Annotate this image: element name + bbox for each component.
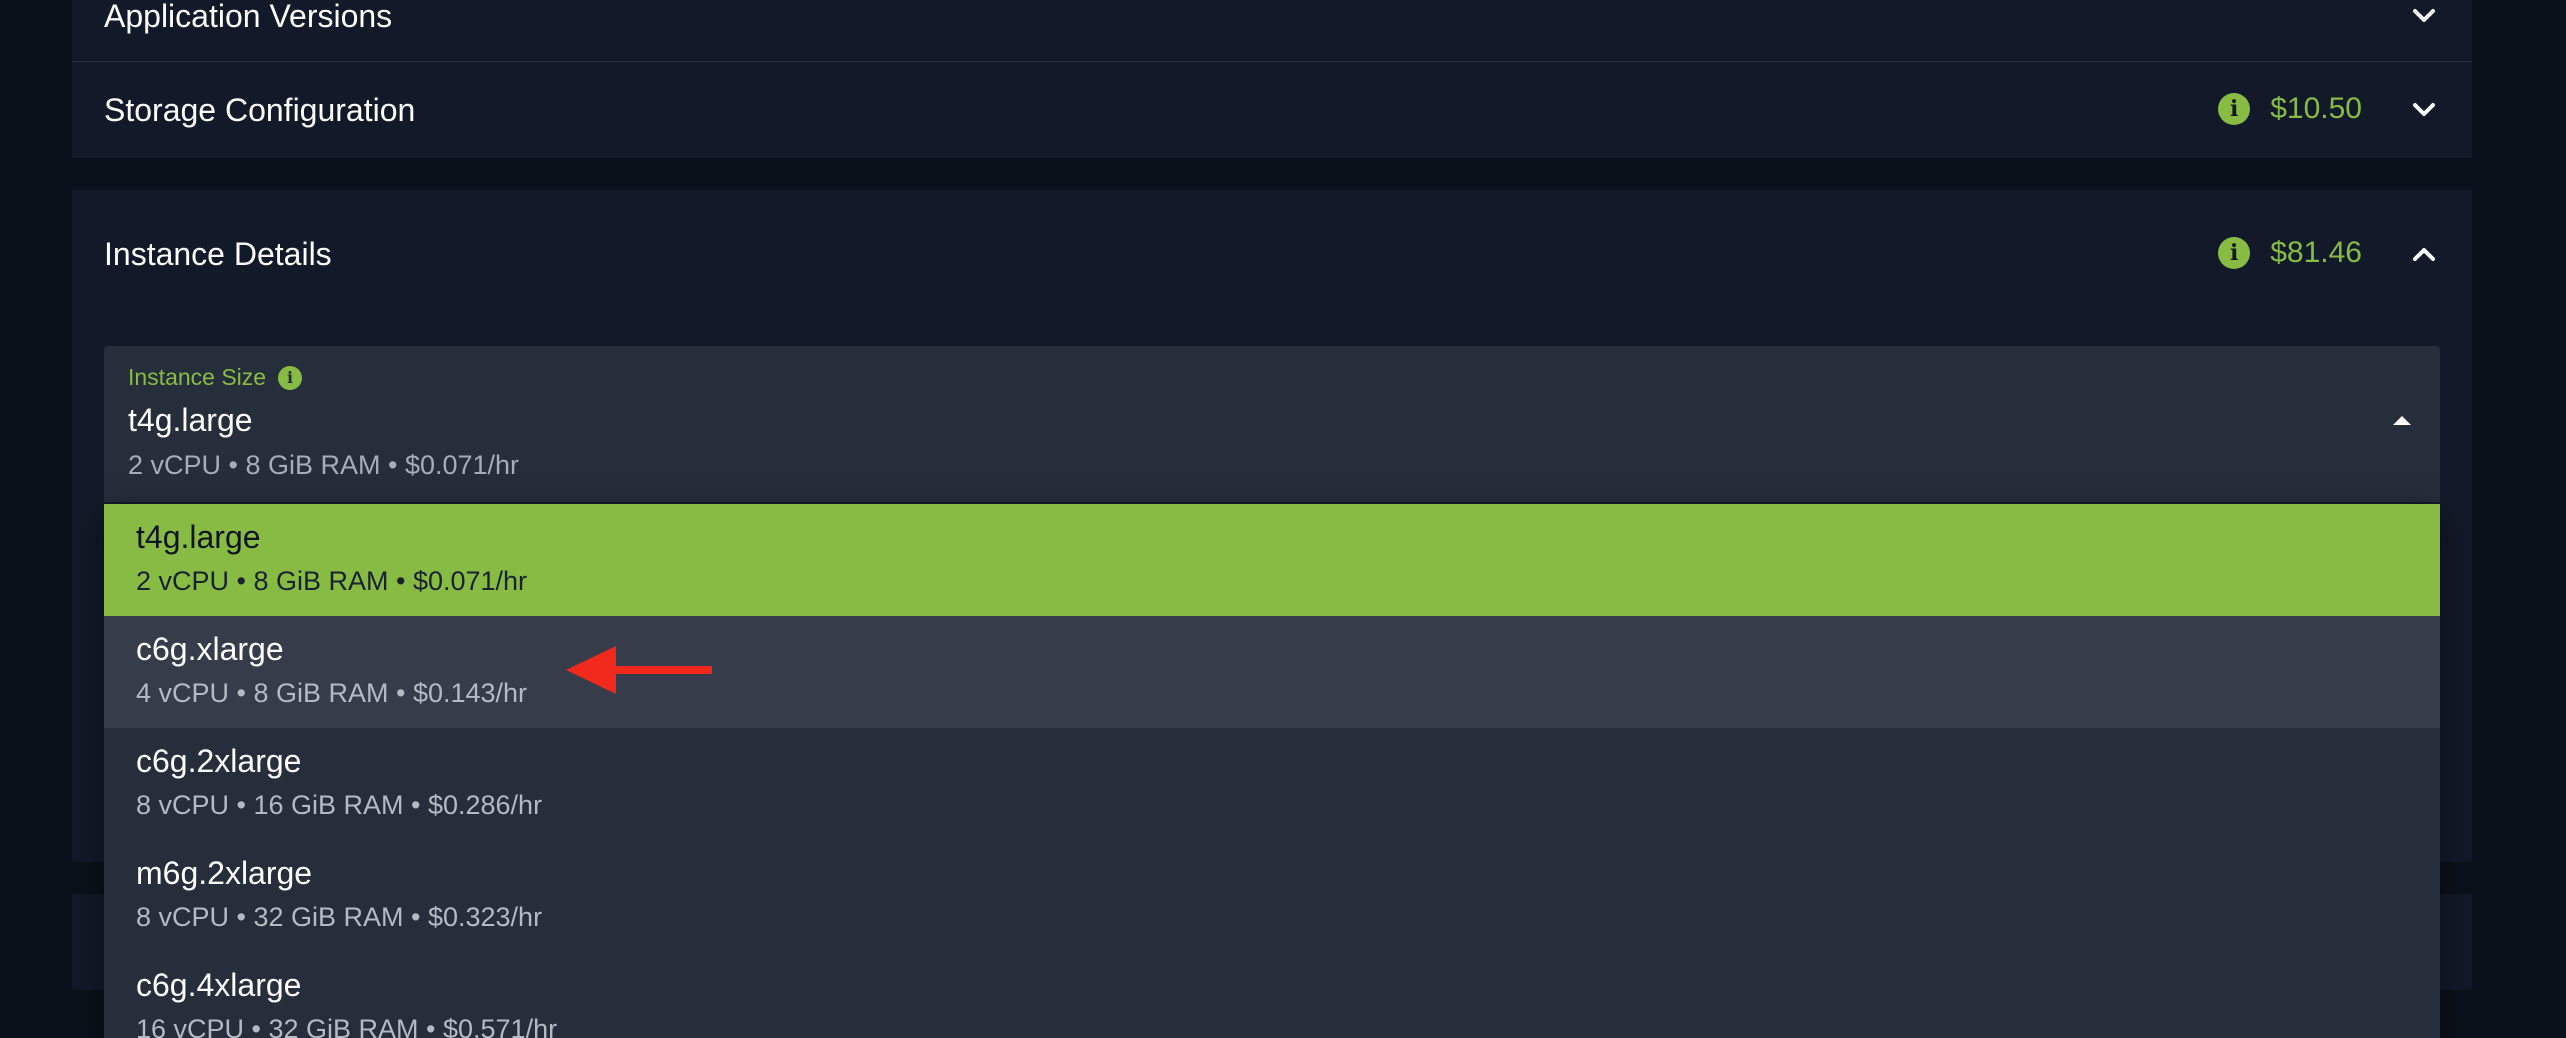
selected-value: t4g.large	[128, 402, 253, 438]
dropdown-option-c6g-xlarge[interactable]: c6g.xlarge 4 vCPU • 8 GiB RAM • $0.143/h…	[104, 616, 2440, 728]
instance-size-select[interactable]: Instance Size i t4g.large 2 vCPU • 8 GiB…	[104, 346, 2440, 502]
instance-size-dropdown-menu: t4g.large 2 vCPU • 8 GiB RAM • $0.071/hr…	[104, 504, 2440, 1038]
dropdown-option-c6g-2xlarge[interactable]: c6g.2xlarge 8 vCPU • 16 GiB RAM • $0.286…	[104, 728, 2440, 840]
price-group: i $10.50	[2218, 92, 2362, 126]
dropdown-option-t4g-large[interactable]: t4g.large 2 vCPU • 8 GiB RAM • $0.071/hr	[104, 504, 2440, 616]
option-description: 8 vCPU • 32 GiB RAM • $0.323/hr	[136, 902, 543, 932]
field-label: Instance Size i	[128, 364, 303, 391]
section-title: Storage Configuration	[104, 92, 416, 128]
info-icon[interactable]: i	[2218, 93, 2251, 125]
selected-description: 2 vCPU • 8 GiB RAM • $0.071/hr	[128, 450, 520, 480]
dropdown-option-m6g-2xlarge[interactable]: m6g.2xlarge 8 vCPU • 32 GiB RAM • $0.323…	[104, 840, 2440, 952]
chevron-down-icon[interactable]	[2408, 0, 2440, 32]
chevron-down-icon[interactable]	[2408, 94, 2440, 126]
section-price: $10.50	[2270, 92, 2362, 125]
info-icon[interactable]: i	[2218, 237, 2251, 269]
section-title: Instance Details	[104, 236, 332, 272]
section-storage-configuration[interactable]: Storage Configuration i $10.50	[72, 62, 2472, 158]
section-price: $81.46	[2270, 236, 2362, 269]
option-name: t4g.large	[136, 519, 261, 555]
section-title: Application Versions	[104, 0, 393, 34]
option-description: 16 vCPU • 32 GiB RAM • $0.571/hr	[136, 1014, 558, 1038]
red-arrow-icon	[566, 646, 712, 694]
chevron-up-icon[interactable]	[2408, 238, 2440, 270]
option-name: m6g.2xlarge	[136, 855, 313, 891]
price-group: i $81.46	[2218, 236, 2362, 270]
dropdown-option-c6g-4xlarge[interactable]: c6g.4xlarge 16 vCPU • 32 GiB RAM • $0.57…	[104, 952, 2440, 1038]
info-icon[interactable]: i	[278, 365, 303, 390]
option-description: 8 vCPU • 16 GiB RAM • $0.286/hr	[136, 790, 543, 820]
caret-up-icon[interactable]	[2390, 412, 2414, 428]
option-description: 4 vCPU • 8 GiB RAM • $0.143/hr	[136, 678, 528, 708]
option-name: c6g.2xlarge	[136, 743, 302, 779]
option-description: 2 vCPU • 8 GiB RAM • $0.071/hr	[136, 566, 528, 596]
option-name: c6g.4xlarge	[136, 967, 302, 1003]
option-name: c6g.xlarge	[136, 631, 284, 667]
section-application-versions[interactable]: Application Versions	[72, 0, 2472, 61]
instance-size-label: Instance Size	[128, 364, 267, 390]
